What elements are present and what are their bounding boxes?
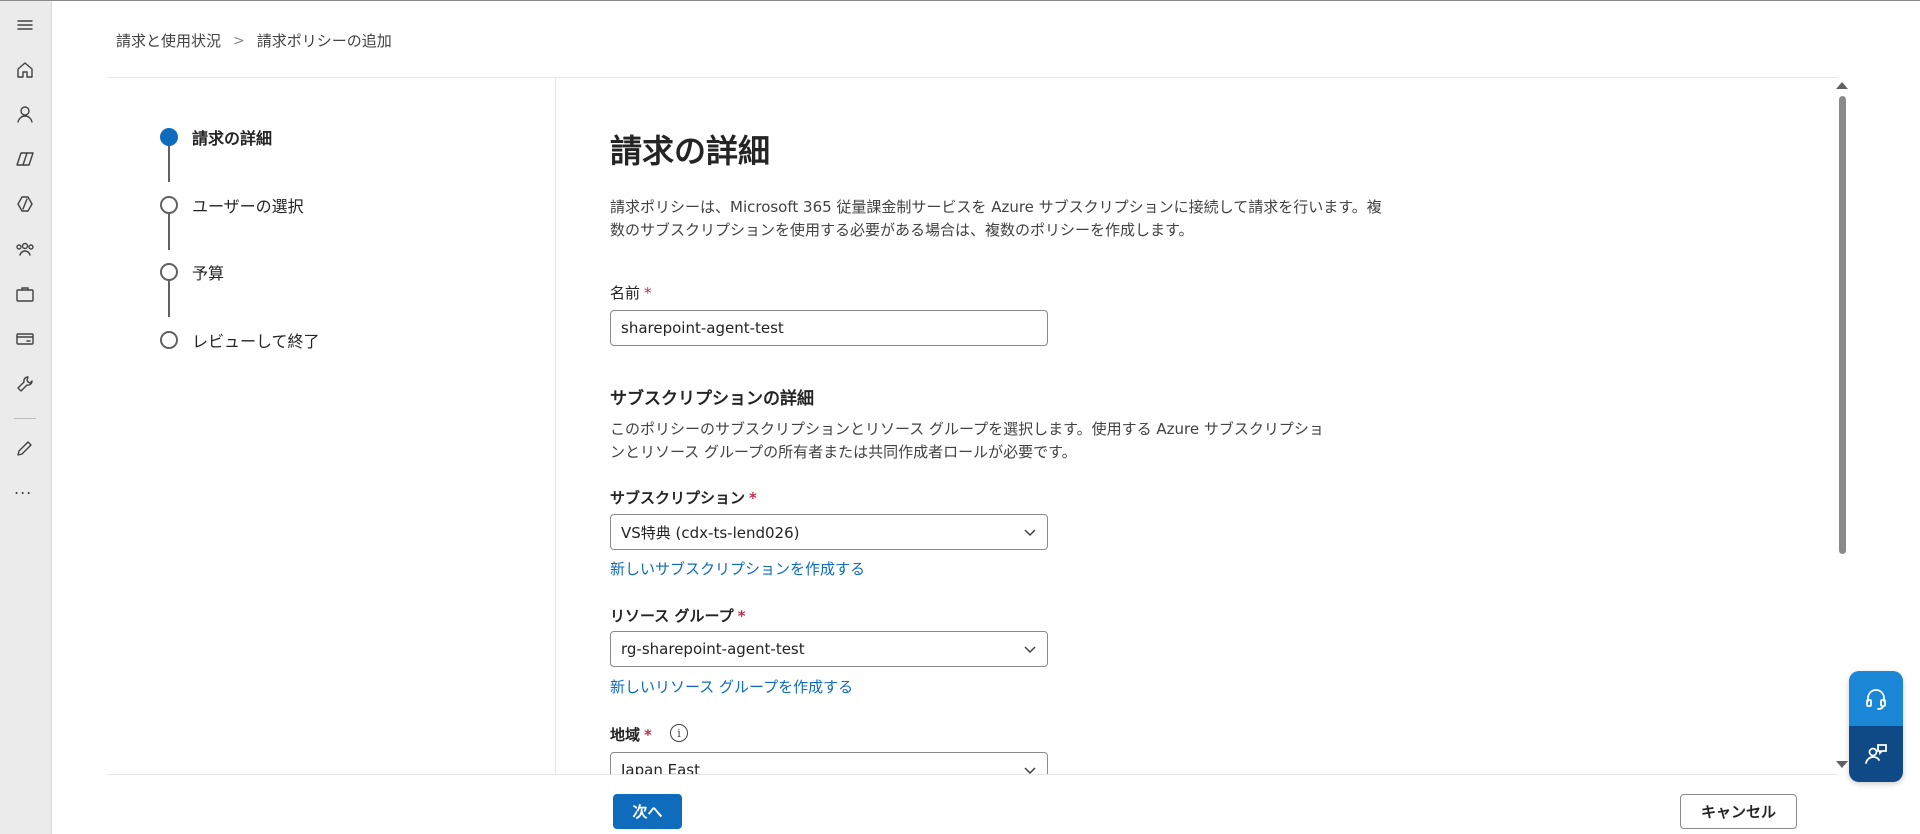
- breadcrumb-current: 請求ポリシーの追加: [256, 32, 392, 50]
- required-mark: *: [644, 284, 652, 302]
- required-mark: *: [749, 489, 757, 507]
- frame-bottom-divider: [108, 774, 1838, 775]
- wrench-icon[interactable]: [11, 370, 39, 398]
- left-nav-rail: ...: [0, 1, 52, 834]
- chevron-down-icon: [1024, 646, 1036, 654]
- resource-group-dropdown[interactable]: rg-sharepoint-agent-test: [610, 631, 1048, 667]
- intro-text: 請求ポリシーは、Microsoft 365 従量課金制サービスを Azure サ…: [610, 196, 1420, 242]
- scroll-down-arrow-icon[interactable]: [1836, 761, 1848, 768]
- subscription-section-title: サブスクリプションの詳細: [610, 389, 814, 409]
- info-icon[interactable]: i: [670, 724, 688, 742]
- step-select-users[interactable]: ユーザーの選択: [160, 193, 304, 217]
- subscription-dropdown[interactable]: VS特典 (cdx-ts-lend026): [610, 514, 1048, 550]
- create-subscription-link[interactable]: 新しいサブスクリプションを作成する: [610, 558, 865, 579]
- breadcrumb: 請求と使用状況 > 請求ポリシーの追加: [116, 30, 392, 51]
- chevron-down-icon: [1024, 767, 1036, 774]
- desc-line: ンとリソース グループの所有者または共同作成者ロールが必要です。: [610, 443, 1077, 461]
- briefcase-icon[interactable]: [11, 280, 39, 308]
- step-label: 予算: [192, 264, 225, 283]
- region-selected-value: Japan East: [621, 761, 700, 774]
- step-billing-details[interactable]: 請求の詳細: [160, 125, 272, 149]
- subscription-field-label: サブスクリプション *: [610, 487, 757, 508]
- breadcrumb-chevron-icon: >: [233, 32, 245, 49]
- page-title: 請求の詳細: [610, 132, 771, 170]
- intro-line: 請求ポリシーは、Microsoft 365 従量課金制サービスを Azure サ…: [610, 198, 1382, 216]
- resource-group-label-text: リソース グループ: [610, 607, 734, 625]
- name-label-text: 名前: [610, 284, 641, 302]
- name-field-label: 名前 *: [610, 282, 652, 303]
- wizard-divider: [555, 78, 556, 774]
- required-mark: *: [737, 607, 746, 625]
- breadcrumb-billing-link[interactable]: 請求と使用状況: [116, 30, 221, 51]
- scroll-up-arrow-icon[interactable]: [1836, 82, 1848, 89]
- step-pending-indicator-icon: [160, 263, 178, 281]
- policy-name-input[interactable]: [610, 310, 1048, 346]
- step-pending-indicator-icon: [160, 196, 178, 214]
- headset-icon: [1866, 688, 1886, 710]
- feedback-button[interactable]: [1849, 726, 1903, 782]
- agents-icon[interactable]: [11, 190, 39, 218]
- teams-icon[interactable]: [11, 235, 39, 263]
- intro-line: 数のサブスクリプションを使用する必要がある場合は、複数のポリシーを作成します。: [610, 221, 1194, 239]
- create-resource-group-link[interactable]: 新しいリソース グループを作成する: [610, 676, 853, 697]
- subscription-section-desc: このポリシーのサブスクリプションとリソース グループを選択します。使用する Az…: [610, 418, 1380, 464]
- step-label: ユーザーの選択: [192, 197, 304, 216]
- subscription-label-text: サブスクリプション: [610, 489, 746, 507]
- region-field-label: 地域 *: [610, 724, 652, 745]
- wizard-content: 請求の詳細 請求ポリシーは、Microsoft 365 従量課金制サービスを A…: [610, 78, 1830, 774]
- resource-group-field-label: リソース グループ *: [610, 605, 745, 626]
- support-headset-button[interactable]: [1849, 671, 1903, 726]
- more-icon[interactable]: ...: [14, 479, 32, 498]
- resource-group-selected-value: rg-sharepoint-agent-test: [621, 640, 805, 658]
- home-icon[interactable]: [11, 56, 39, 84]
- region-label-text: 地域: [610, 726, 641, 744]
- chevron-down-icon: [1024, 529, 1036, 537]
- subscription-selected-value: VS特典 (cdx-ts-lend026): [621, 523, 800, 542]
- user-icon[interactable]: [11, 100, 39, 128]
- menu-icon[interactable]: [11, 11, 39, 39]
- step-label: レビューして終了: [192, 332, 320, 351]
- desc-line: このポリシーのサブスクリプションとリソース グループを選択します。使用する Az…: [610, 420, 1324, 438]
- step-budget[interactable]: 予算: [160, 260, 224, 284]
- required-mark: *: [644, 726, 652, 744]
- next-button[interactable]: 次へ: [613, 794, 682, 829]
- pencil-icon[interactable]: [11, 434, 39, 462]
- step-pending-indicator-icon: [160, 331, 178, 349]
- copilot-icon[interactable]: [11, 145, 39, 173]
- step-label: 請求の詳細: [192, 129, 273, 148]
- region-dropdown[interactable]: Japan East: [610, 752, 1048, 774]
- step-current-indicator-icon: [160, 128, 178, 146]
- step-review-finish[interactable]: レビューして終了: [160, 328, 320, 352]
- rail-divider: [14, 418, 36, 419]
- cancel-button[interactable]: キャンセル: [1680, 794, 1797, 829]
- billing-card-icon[interactable]: [11, 325, 39, 353]
- person-chat-icon: [1865, 744, 1887, 764]
- top-border: [0, 0, 1920, 1]
- help-widget: [1849, 671, 1903, 782]
- scrollbar-thumb[interactable]: [1839, 96, 1846, 554]
